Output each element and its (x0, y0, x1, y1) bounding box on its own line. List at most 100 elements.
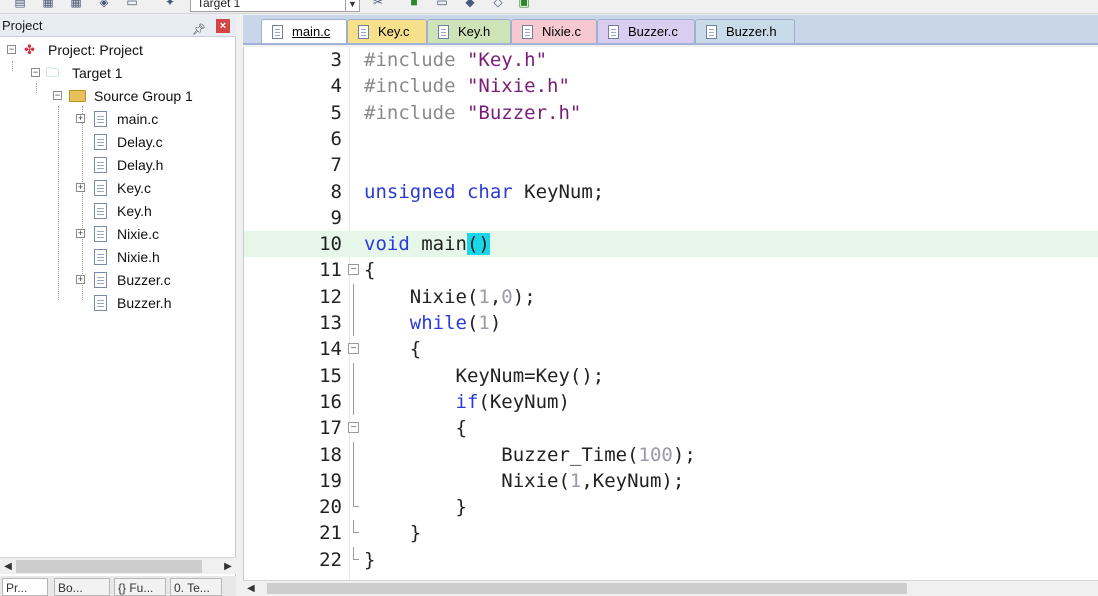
code-line[interactable]: 22} (244, 546, 1098, 573)
toolbar-icon-2[interactable]: ▦ (40, 0, 56, 10)
code-line[interactable]: 9 (244, 205, 1098, 231)
code-line[interactable]: 14− { (244, 336, 1098, 362)
line-number: 3 (330, 49, 342, 71)
line-number: 16 (319, 390, 342, 413)
chevron-down-icon[interactable]: ▼ (345, 0, 359, 11)
tree-connector (82, 106, 83, 300)
line-number: 22 (319, 548, 342, 571)
tab-buzzer-h[interactable]: Buzzer.h (695, 19, 795, 43)
tab-nixie-c[interactable]: Nixie.c (511, 19, 597, 43)
tab-label: Key.h (458, 24, 491, 39)
line-number: 7 (330, 154, 342, 177)
code-text: while(1) (409, 312, 502, 334)
toolbar-icon-3[interactable]: ▦ (68, 0, 84, 10)
pin-icon[interactable]: 📌︎ (192, 19, 206, 41)
tab-templates[interactable]: 0. Te... (170, 578, 222, 596)
file-icon (438, 25, 449, 39)
expand-icon[interactable]: + (76, 114, 85, 123)
code-line[interactable]: 16 if(KeyNum) (244, 388, 1098, 415)
scrollbar-thumb[interactable] (16, 560, 202, 573)
code-line[interactable]: 21 } (244, 520, 1098, 546)
code-editor[interactable]: 3 #include "Key.h" 4 #include "Nixie.h" 5 #in… (243, 47, 1098, 580)
toolbar-icon-1[interactable]: ▤ (12, 0, 28, 10)
fold-toggle-icon[interactable]: − (348, 343, 359, 355)
code-line[interactable]: 13 while(1) (244, 310, 1098, 336)
code-line[interactable]: 18 Buzzer_Time(100); (244, 441, 1098, 468)
toolbar-icon-9[interactable]: ▭ (434, 0, 450, 10)
fold-line (353, 467, 354, 494)
fold-toggle-icon[interactable]: − (348, 422, 359, 434)
tree-connector (58, 106, 59, 300)
code-line[interactable]: 11−{ (244, 257, 1098, 283)
scroll-left-icon[interactable]: ◀ (247, 581, 255, 596)
toolbar-icon-5[interactable]: ▭ (124, 0, 140, 10)
code-line[interactable]: 6 (244, 126, 1098, 152)
collapse-icon[interactable]: − (7, 45, 16, 54)
line-number: 19 (319, 469, 342, 492)
code-text: KeyNum=Key(); (364, 364, 605, 387)
close-icon[interactable]: × (216, 19, 230, 33)
file-icon (358, 25, 369, 39)
scroll-right-icon[interactable]: ▶ (220, 558, 236, 575)
project-icon: ✤ (24, 42, 35, 57)
toolbar-icon-11[interactable]: ◇ (490, 0, 506, 10)
project-panel-title: Project (2, 18, 43, 33)
file-icon (706, 25, 717, 39)
editor-scrollbar[interactable]: ◀ (243, 580, 1098, 595)
collapse-icon[interactable]: − (31, 68, 40, 77)
tab-books[interactable]: Bo... (54, 578, 110, 596)
file-icon (94, 180, 107, 196)
toolbar-icon-4[interactable]: ◈ (96, 0, 112, 10)
scrollbar-thumb[interactable] (267, 583, 907, 594)
code-text: } (364, 496, 467, 519)
fold-end-marker (353, 520, 359, 534)
line-number: 10 (319, 233, 342, 256)
code-line[interactable]: 19 Nixie(1,KeyNum); (244, 467, 1098, 494)
tree-file-label: Delay.h (117, 157, 164, 173)
tree-file-label: Key.c (117, 180, 151, 196)
collapse-icon[interactable]: − (53, 91, 62, 100)
code-text: { (364, 417, 467, 440)
toolbar-icon-8[interactable]: ■ (406, 0, 422, 10)
code-line[interactable]: 17− { (244, 415, 1098, 441)
project-panel-scrollbar[interactable]: ◀ ▶ (0, 557, 236, 574)
line-number: 15 (319, 364, 342, 387)
expand-icon[interactable]: + (76, 275, 85, 284)
code-line[interactable]: 10 void main() (244, 231, 1098, 258)
tab-project[interactable]: Pr... (2, 578, 48, 596)
expand-icon[interactable]: + (76, 229, 85, 238)
code-line[interactable]: 3 #include "Key.h" (244, 47, 1098, 73)
code-line[interactable]: 12 Nixie(1,0); (244, 283, 1098, 310)
tab-buzzer-c[interactable]: Buzzer.c (597, 19, 695, 43)
file-icon (94, 111, 107, 127)
code-line[interactable]: 4 #include "Nixie.h" (244, 73, 1098, 99)
expand-icon[interactable]: + (76, 183, 85, 192)
target-select-value: Target 1 (197, 0, 241, 10)
code-line[interactable]: 20 } (244, 494, 1098, 520)
code-line[interactable]: 7 (244, 152, 1098, 178)
tab-main-c[interactable]: main.c (261, 19, 347, 43)
tab-key-c[interactable]: Key.c (347, 19, 427, 43)
code-line[interactable]: 5 #include "Buzzer.h" (244, 100, 1098, 126)
code-text: Nixie(1,0); (364, 285, 536, 308)
code-line[interactable]: 8 unsigned char KeyNum; (244, 179, 1098, 205)
toolbar-icon-12[interactable]: ▣ (516, 0, 532, 10)
toolbar-icon-6[interactable]: ✦ (162, 0, 178, 10)
fold-toggle-icon[interactable]: − (348, 264, 359, 276)
fold-line (353, 441, 354, 468)
tab-key-h[interactable]: Key.h (427, 19, 511, 43)
code-line[interactable]: 15 KeyNum=Key(); (244, 362, 1098, 389)
project-panel: Project 📌︎ × − ✤ Project: Project − 🗀︎ T… (0, 15, 236, 596)
toolbar-icon-10[interactable]: ◆ (462, 0, 478, 10)
project-panel-header: Project 📌︎ × (0, 15, 236, 37)
target-select[interactable]: Target 1 ▼ (190, 0, 360, 12)
tree-connector (36, 83, 37, 93)
toolbar-icon-7[interactable]: ✂ (370, 0, 386, 10)
tree-item-label: Source Group 1 (94, 88, 193, 104)
scroll-left-icon[interactable]: ◀ (0, 558, 16, 575)
folder-icon (69, 90, 86, 102)
line-number: 11 (319, 259, 342, 282)
tab-functions[interactable]: {} Fu... (114, 578, 166, 596)
file-icon (94, 157, 107, 173)
target-icon: 🗀︎ (46, 65, 60, 80)
